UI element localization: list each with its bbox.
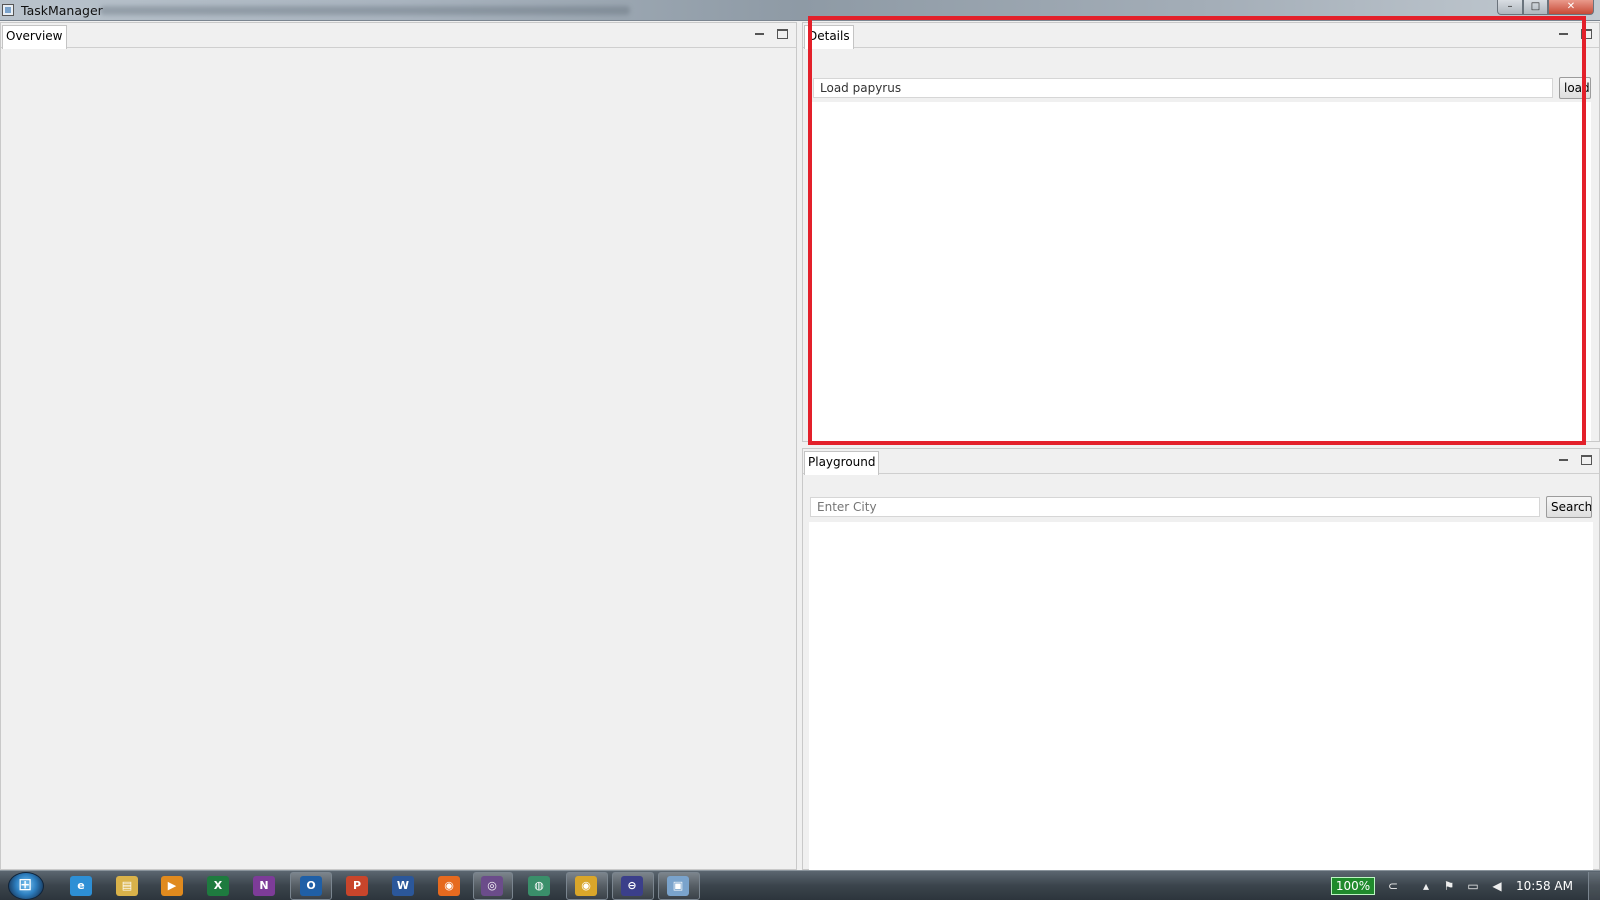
start-button[interactable] [8, 872, 44, 900]
word-icon[interactable]: W [392, 876, 414, 896]
battery-indicator[interactable]: 100% [1331, 877, 1375, 895]
overview-minimize-icon[interactable] [754, 29, 765, 39]
playground-panel: Playground Search [802, 448, 1600, 870]
playground-minimize-icon[interactable] [1558, 455, 1569, 465]
tab-playground[interactable]: Playground [804, 451, 880, 475]
chrome-icon[interactable]: ◉ [575, 876, 597, 896]
taskbar-clock[interactable]: 10:58 AM [1516, 879, 1573, 893]
excel-icon[interactable]: X [207, 876, 229, 896]
details-tab-bar: Details [803, 23, 1599, 49]
minimize-window-button[interactable]: – [1497, 0, 1523, 15]
media-player-icon[interactable]: ▶ [161, 876, 183, 896]
overview-panel: Overview [0, 22, 797, 870]
file-explorer-icon[interactable]: ▤ [116, 876, 138, 896]
details-panel: Details load [802, 22, 1600, 442]
network-tray-icon[interactable]: ▭ [1466, 879, 1480, 893]
powerpoint-icon[interactable]: P [346, 876, 368, 896]
show-desktop-button[interactable] [1588, 872, 1600, 900]
power-plug-icon[interactable]: ⊂ [1386, 879, 1400, 893]
maximize-window-button[interactable]: □ [1523, 0, 1548, 15]
playground-output-area [809, 522, 1593, 870]
details-maximize-icon[interactable] [1581, 29, 1592, 39]
internet-explorer-icon[interactable]: e [70, 876, 92, 896]
taskbar: e ▤ ▶ X N O P W ◉ ◎ ◍ ◉ ⊖ ▣ 100% ⊂ ▴ ⚑ ▭ ◀ 10:58 AM [0, 870, 1600, 900]
load-button[interactable]: load [1559, 77, 1591, 99]
action-center-flag-icon[interactable]: ⚑ [1442, 879, 1456, 893]
city-search-input[interactable] [810, 497, 1540, 517]
overview-content [1, 49, 796, 869]
details-output-area [811, 102, 1591, 441]
eclipse-icon[interactable]: ◎ [481, 876, 503, 896]
playground-content: Search [803, 475, 1599, 870]
tab-details[interactable]: Details [804, 25, 854, 49]
app-icon [2, 4, 14, 16]
overview-tab-bar: Overview [1, 23, 796, 49]
firefox-icon[interactable]: ◉ [438, 876, 460, 896]
show-hidden-icons-icon[interactable]: ▴ [1419, 879, 1433, 893]
window-path-blurred [100, 6, 630, 15]
onenote-icon[interactable]: N [253, 876, 275, 896]
outlook-icon[interactable]: O [300, 876, 322, 896]
tab-overview[interactable]: Overview [2, 25, 67, 49]
window-title: TaskManager [21, 3, 103, 18]
volume-muted-icon[interactable]: ◀ [1490, 879, 1504, 893]
taskmanager-app-icon[interactable]: ▣ [667, 876, 689, 896]
details-content: load [803, 49, 1599, 441]
load-model-input[interactable] [813, 78, 1553, 98]
details-minimize-icon[interactable] [1558, 29, 1569, 39]
close-window-button[interactable]: ✕ [1548, 0, 1594, 15]
playground-maximize-icon[interactable] [1581, 455, 1592, 465]
network-icon[interactable]: ◍ [528, 876, 550, 896]
search-button[interactable]: Search [1546, 496, 1592, 518]
playground-tab-bar: Playground [803, 449, 1599, 475]
overview-maximize-icon[interactable] [777, 29, 788, 39]
eclipse-ide-icon[interactable]: ⊖ [621, 876, 643, 896]
window-title-bar[interactable]: TaskManager – □ ✕ [0, 0, 1600, 21]
